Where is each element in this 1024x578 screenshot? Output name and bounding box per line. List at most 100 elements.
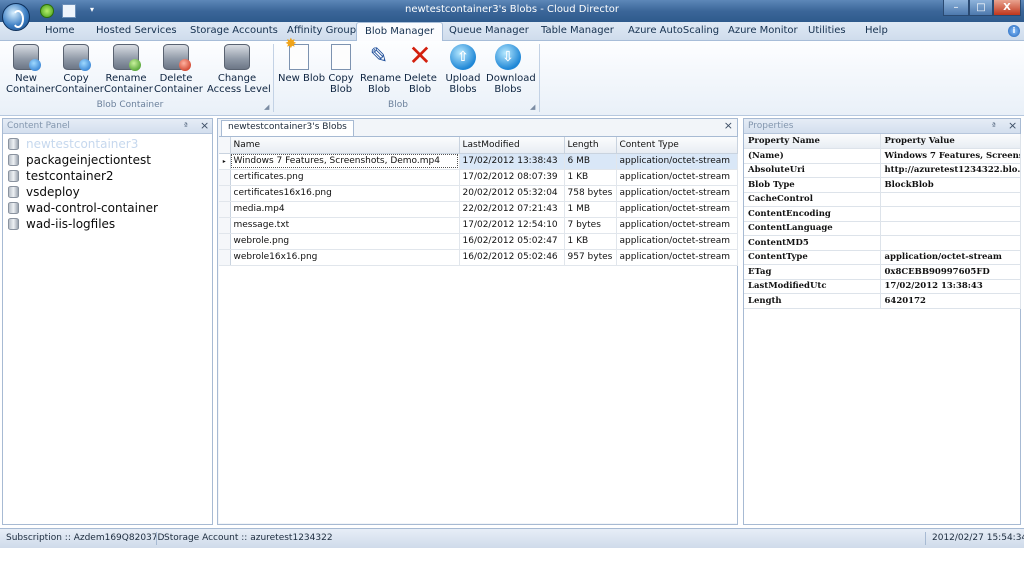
- property-value[interactable]: 17/02/2012 13:38:43: [880, 279, 1021, 294]
- close-button[interactable]: X: [993, 0, 1021, 16]
- cell-lastmodified[interactable]: 17/02/2012 08:07:39: [459, 169, 565, 186]
- property-row[interactable]: LastModifiedUtc 17/02/2012 13:38:43: [744, 279, 1021, 294]
- property-value[interactable]: Windows 7 Features, Screens...: [880, 148, 1021, 164]
- tab-storage-accounts[interactable]: Storage Accounts: [190, 25, 278, 36]
- table-row[interactable]: ▸ Windows 7 Features, Screenshots, Demo.…: [219, 153, 738, 170]
- tab-help[interactable]: Help: [865, 25, 888, 36]
- table-row[interactable]: message.txt 17/02/2012 12:54:10 7 bytes …: [219, 217, 738, 234]
- cell-lastmodified[interactable]: 16/02/2012 05:02:47: [459, 233, 565, 250]
- cell-name[interactable]: webrole16x16.png: [230, 249, 460, 266]
- tab-azure-autoscaling[interactable]: Azure AutoScaling: [628, 25, 719, 36]
- property-row[interactable]: ContentType application/octet-stream: [744, 250, 1021, 265]
- cell-length[interactable]: 6 MB: [564, 153, 617, 170]
- close-icon[interactable]: ×: [1008, 119, 1017, 132]
- help-info-icon[interactable]: i: [1008, 25, 1020, 37]
- property-value[interactable]: [880, 192, 1021, 207]
- table-row[interactable]: webrole.png 16/02/2012 05:02:47 1 KB app…: [219, 233, 738, 250]
- close-icon[interactable]: ×: [724, 119, 733, 132]
- list-item[interactable]: wad-control-container: [3, 200, 212, 216]
- delete-blob-button[interactable]: ✕ Delete Blob: [404, 42, 437, 96]
- property-row[interactable]: AbsoluteUri http://azuretest1234322.blo..…: [744, 163, 1021, 178]
- table-row[interactable]: webrole16x16.png 16/02/2012 05:02:46 957…: [219, 249, 738, 266]
- group-launcher-icon[interactable]: ◢: [530, 103, 535, 111]
- document-tab[interactable]: newtestcontainer3's Blobs: [221, 120, 354, 136]
- minimize-button[interactable]: –: [943, 0, 969, 16]
- cell-length[interactable]: 957 bytes: [564, 249, 617, 266]
- copy-container-button[interactable]: Copy Container: [55, 44, 104, 95]
- cell-name[interactable]: message.txt: [230, 217, 460, 234]
- cell-name[interactable]: webrole.png: [230, 233, 460, 250]
- rename-blob-button[interactable]: ✎ Rename Blob: [360, 44, 401, 95]
- quick-doc-icon[interactable]: [62, 4, 76, 18]
- property-row[interactable]: ETag 0x8CEBB90997605FD: [744, 264, 1021, 280]
- tab-hosted-services[interactable]: Hosted Services: [96, 25, 177, 36]
- property-value[interactable]: [880, 221, 1021, 236]
- cell-content-type[interactable]: application/octet-stream: [616, 201, 738, 218]
- cell-content-type[interactable]: application/octet-stream: [616, 217, 738, 234]
- rename-container-button[interactable]: Rename Container: [104, 44, 153, 95]
- property-row[interactable]: Length 6420172: [744, 293, 1021, 309]
- cell-length[interactable]: 758 bytes: [564, 185, 617, 202]
- cell-content-type[interactable]: application/octet-stream: [616, 153, 738, 170]
- list-item[interactable]: newtestcontainer3: [3, 136, 212, 152]
- property-value[interactable]: [880, 235, 1021, 251]
- app-orb-icon[interactable]: [2, 3, 30, 31]
- column-header-length[interactable]: Length: [564, 137, 617, 154]
- cell-length[interactable]: 1 KB: [564, 169, 617, 186]
- cell-lastmodified[interactable]: 16/02/2012 05:02:46: [459, 249, 565, 266]
- property-value[interactable]: 0x8CEBB90997605FD: [880, 264, 1021, 280]
- tab-queue-manager[interactable]: Queue Manager: [449, 25, 529, 36]
- quick-access-dropdown-icon[interactable]: ▾: [90, 5, 100, 19]
- cell-lastmodified[interactable]: 20/02/2012 05:32:04: [459, 185, 565, 202]
- list-item[interactable]: packageinjectiontest: [3, 152, 212, 168]
- table-row[interactable]: certificates.png 17/02/2012 08:07:39 1 K…: [219, 169, 738, 186]
- pin-icon[interactable]: ª: [992, 121, 996, 130]
- table-row[interactable]: media.mp4 22/02/2012 07:21:43 1 MB appli…: [219, 201, 738, 218]
- property-row[interactable]: ContentLanguage: [744, 221, 1021, 236]
- property-value[interactable]: [880, 206, 1021, 222]
- tab-affinity-group[interactable]: Affinity Group: [287, 25, 356, 36]
- group-launcher-icon[interactable]: ◢: [264, 103, 269, 111]
- cell-length[interactable]: 1 KB: [564, 233, 617, 250]
- property-row[interactable]: ContentMD5: [744, 235, 1021, 251]
- tab-utilities[interactable]: Utilities: [808, 25, 846, 36]
- cell-name[interactable]: media.mp4: [230, 201, 460, 218]
- quick-new-icon[interactable]: [40, 4, 54, 18]
- cell-content-type[interactable]: application/octet-stream: [616, 169, 738, 186]
- property-value[interactable]: BlockBlob: [880, 177, 1021, 193]
- cell-name[interactable]: Windows 7 Features, Screenshots, Demo.mp…: [230, 153, 460, 170]
- property-row[interactable]: Blob Type BlockBlob: [744, 177, 1021, 193]
- new-container-button[interactable]: New Container: [6, 44, 55, 95]
- cell-lastmodified[interactable]: 17/02/2012 12:54:10: [459, 217, 565, 234]
- cell-name[interactable]: certificates.png: [230, 169, 460, 186]
- property-row[interactable]: CacheControl: [744, 192, 1021, 207]
- new-blob-button[interactable]: New Blob: [278, 39, 325, 84]
- property-row[interactable]: (Name) Windows 7 Features, Screens...: [744, 148, 1021, 164]
- cell-length[interactable]: 7 bytes: [564, 217, 617, 234]
- download-blobs-button[interactable]: ⇩ Download Blobs: [486, 44, 536, 95]
- cell-length[interactable]: 1 MB: [564, 201, 617, 218]
- column-header-name[interactable]: Name: [230, 137, 460, 154]
- property-row[interactable]: ContentEncoding: [744, 206, 1021, 222]
- copy-blob-button[interactable]: Copy Blob: [327, 44, 355, 95]
- cell-content-type[interactable]: application/octet-stream: [616, 185, 738, 202]
- list-item[interactable]: testcontainer2: [3, 168, 212, 184]
- cell-content-type[interactable]: application/octet-stream: [616, 249, 738, 266]
- list-item[interactable]: wad-iis-logfiles: [3, 216, 212, 232]
- change-access-level-button[interactable]: Change Access Level: [207, 44, 271, 95]
- upload-blobs-button[interactable]: ⇧ Upload Blobs: [445, 44, 481, 95]
- close-icon[interactable]: ×: [200, 119, 209, 132]
- column-header-lastmodified[interactable]: LastModified: [459, 137, 565, 154]
- property-value[interactable]: 6420172: [880, 293, 1021, 309]
- pin-icon[interactable]: ª: [184, 121, 188, 130]
- property-value[interactable]: http://azuretest1234322.blo...: [880, 163, 1021, 178]
- cell-name[interactable]: certificates16x16.png: [230, 185, 460, 202]
- cell-content-type[interactable]: application/octet-stream: [616, 233, 738, 250]
- table-row[interactable]: certificates16x16.png 20/02/2012 05:32:0…: [219, 185, 738, 202]
- tab-table-manager[interactable]: Table Manager: [541, 25, 614, 36]
- tab-home[interactable]: Home: [45, 25, 75, 36]
- column-header-content-type[interactable]: Content Type: [616, 137, 738, 154]
- list-item[interactable]: vsdeploy: [3, 184, 212, 200]
- cell-lastmodified[interactable]: 22/02/2012 07:21:43: [459, 201, 565, 218]
- maximize-button[interactable]: □: [969, 0, 993, 16]
